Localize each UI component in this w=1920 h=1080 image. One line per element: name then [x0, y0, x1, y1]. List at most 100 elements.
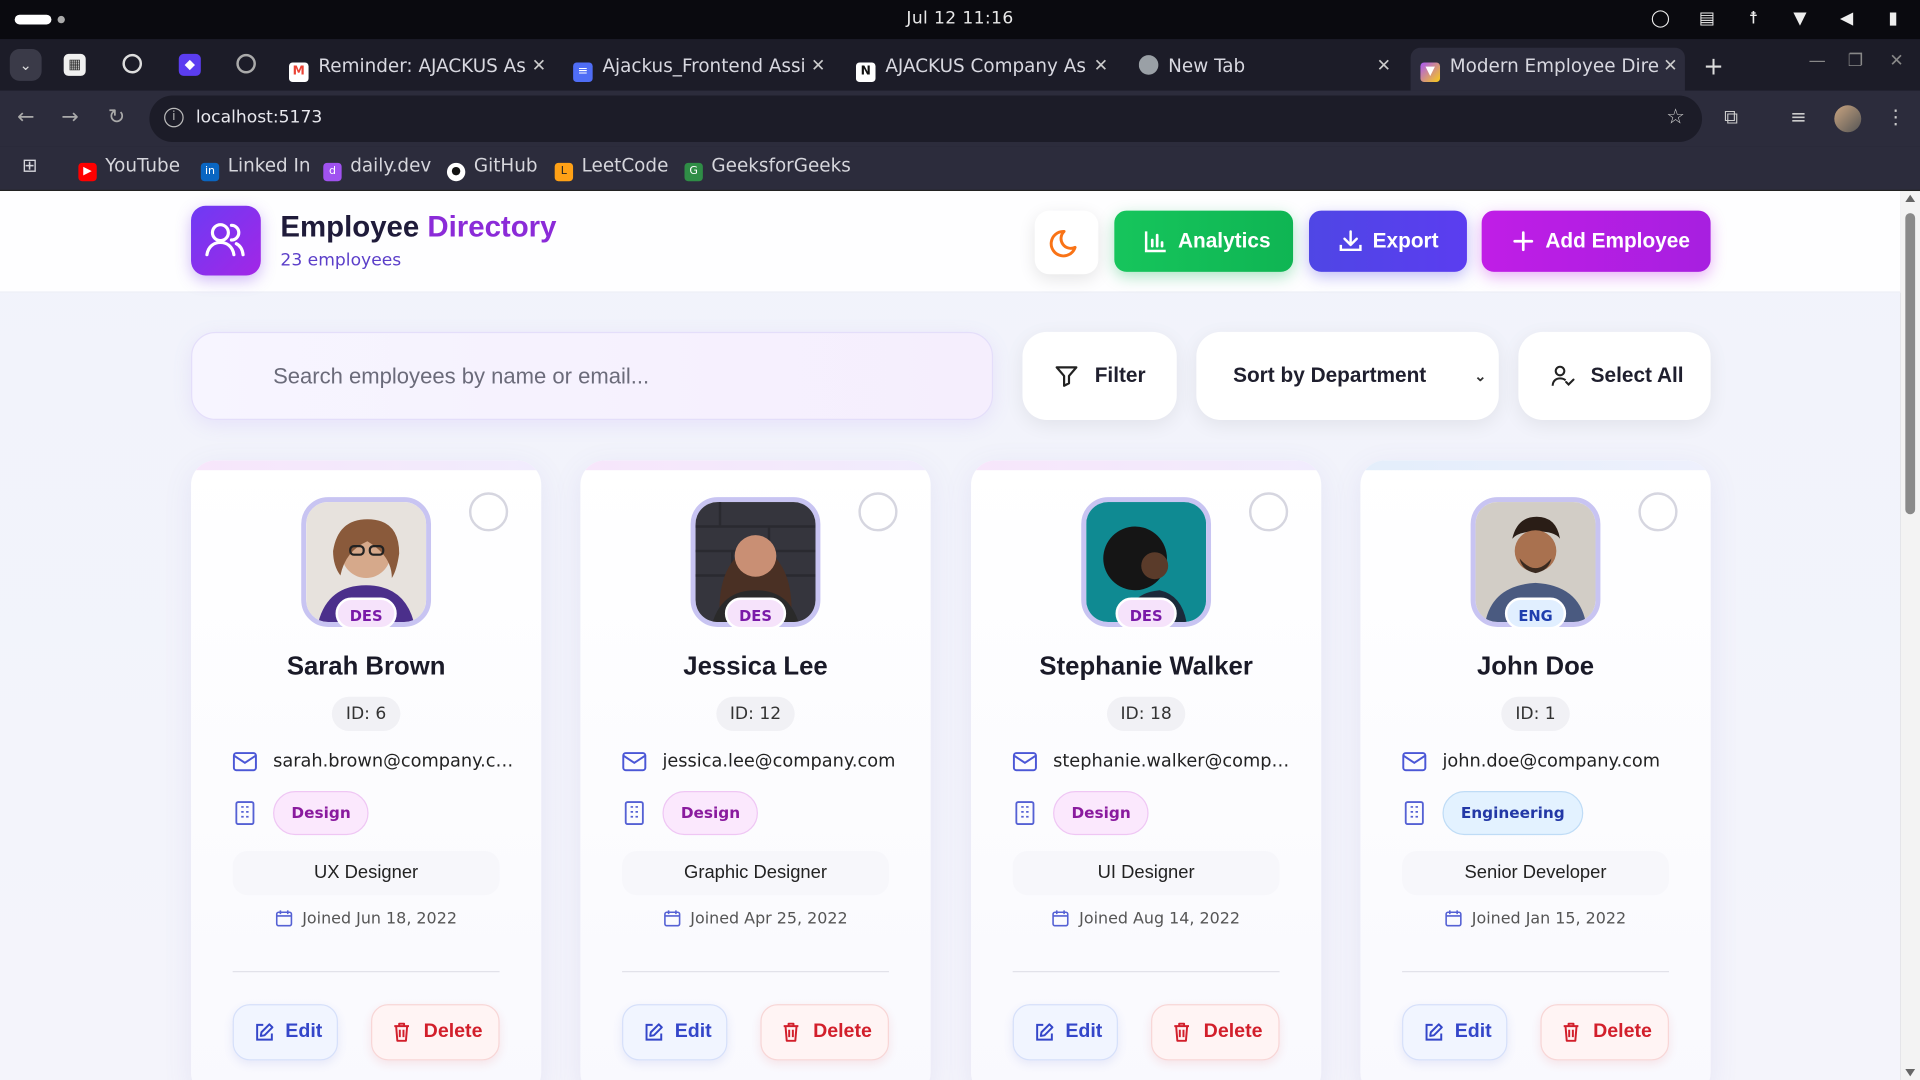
- tab-notion[interactable]: N AJACKUS Company As ✕: [855, 48, 1116, 85]
- employee-id: ID: 18: [1106, 696, 1186, 732]
- delete-button[interactable]: Delete: [371, 1004, 500, 1061]
- url-text[interactable]: localhost:5173: [196, 108, 322, 128]
- bar-chart-icon: [1144, 231, 1166, 253]
- scroll-down-icon[interactable]: [1905, 1068, 1916, 1077]
- delete-button[interactable]: Delete: [760, 1004, 889, 1061]
- filter-button[interactable]: Filter: [1022, 331, 1177, 421]
- browser-menu-icon[interactable]: ⋮: [1886, 105, 1906, 128]
- new-tab-button[interactable]: +: [1703, 51, 1724, 80]
- search-input[interactable]: Search employees by name or email...: [191, 331, 994, 421]
- employee-email[interactable]: john.doe@company.com: [1442, 752, 1687, 772]
- analytics-button[interactable]: Analytics: [1114, 210, 1294, 272]
- mail-icon: [1402, 752, 1427, 772]
- bookmark-label: daily.dev: [350, 154, 432, 177]
- page-scrollbar[interactable]: [1900, 191, 1920, 1080]
- back-arrow-icon[interactable]: ←: [17, 105, 34, 129]
- os-top-bar: Jul 12 11:16 ◯ ▤ ☨ ▼ ◀ ▮: [0, 0, 1920, 40]
- wifi-icon[interactable]: ▼: [1790, 9, 1810, 29]
- export-button[interactable]: Export: [1308, 210, 1467, 272]
- close-tab-icon[interactable]: ✕: [811, 48, 825, 85]
- edit-button[interactable]: Edit: [622, 1004, 728, 1061]
- close-tab-icon[interactable]: ✕: [1663, 48, 1677, 85]
- analytics-label: Analytics: [1177, 228, 1271, 253]
- edit-icon: [645, 1023, 663, 1041]
- joined-text: Joined Aug 14, 2022: [1079, 909, 1241, 929]
- system-tray: ◯ ▤ ☨ ▼ ◀ ▮: [1651, 9, 1903, 29]
- tab-docs[interactable]: ≡ Ajackus_Frontend Assi ✕: [573, 48, 833, 85]
- app-page: Employee Directory 23 employees Analytic…: [0, 191, 1901, 1080]
- chevron-down-icon: ⌄: [1474, 367, 1487, 385]
- edit-button[interactable]: Edit: [1402, 1004, 1508, 1061]
- select-all-button[interactable]: Select All: [1518, 331, 1711, 421]
- employee-email[interactable]: stephanie.walker@compa...: [1053, 752, 1298, 772]
- forward-arrow-icon[interactable]: →: [61, 105, 78, 129]
- select-checkbox[interactable]: [468, 492, 509, 532]
- close-tab-icon[interactable]: ✕: [1377, 48, 1391, 85]
- bookmark-github[interactable]: ● GitHub: [446, 154, 538, 182]
- extensions-icon[interactable]: ⧉: [1724, 105, 1738, 129]
- tab-new-tab[interactable]: New Tab ✕: [1138, 48, 1399, 85]
- employee-name: John Doe: [1476, 652, 1595, 681]
- minimize-icon[interactable]: —: [1809, 51, 1826, 71]
- bookmark-dailydev[interactable]: d daily.dev: [323, 154, 432, 182]
- apps-grid-icon[interactable]: ⊞: [22, 154, 37, 176]
- sort-select[interactable]: Sort by Department ⌄: [1196, 331, 1499, 421]
- site-info-icon[interactable]: i: [164, 107, 184, 128]
- system-clock[interactable]: Jul 12 11:16: [0, 9, 1920, 29]
- bookmark-youtube[interactable]: ▶ YouTube: [78, 154, 180, 182]
- select-checkbox[interactable]: [1638, 492, 1678, 532]
- employee-name: Stephanie Walker: [1039, 652, 1253, 681]
- screen-record-icon[interactable]: ◯: [1651, 9, 1671, 29]
- employee-email[interactable]: jessica.lee@company.com: [662, 752, 907, 772]
- edit-button[interactable]: Edit: [232, 1004, 338, 1061]
- tab-employee-directory[interactable]: ▼ Modern Employee Dire ✕: [1410, 47, 1685, 91]
- pinned-openai-icon[interactable]: [122, 53, 143, 74]
- delete-button[interactable]: Delete: [1151, 1004, 1280, 1061]
- tab-gmail[interactable]: M Reminder: AJACKUS As ✕: [288, 48, 553, 85]
- bookmark-leetcode[interactable]: L LeetCode: [554, 154, 668, 182]
- close-window-icon[interactable]: ✕: [1889, 51, 1903, 71]
- media-controls-icon[interactable]: ≡: [1790, 105, 1806, 128]
- scroll-thumb[interactable]: [1905, 213, 1916, 515]
- bookmark-linkedin[interactable]: in Linked In: [200, 154, 311, 182]
- select-checkbox[interactable]: [858, 492, 898, 532]
- calendar-icon: [1052, 910, 1069, 927]
- select-all-label: Select All: [1590, 363, 1684, 387]
- pinned-github-icon[interactable]: [236, 53, 256, 74]
- employee-email[interactable]: sarah.brown@company.com: [273, 752, 518, 772]
- edit-button[interactable]: Edit: [1012, 1004, 1118, 1061]
- joined-text: Joined Jan 15, 2022: [1471, 909, 1627, 929]
- scroll-up-icon[interactable]: [1905, 194, 1916, 203]
- employee-id: ID: 12: [716, 696, 795, 732]
- card-accent-bar: [1360, 460, 1711, 471]
- delete-button[interactable]: Delete: [1540, 1004, 1669, 1061]
- tab-title: AJACKUS Company As: [885, 55, 1086, 78]
- profile-avatar[interactable]: [1834, 105, 1862, 133]
- filter-icon: [1055, 366, 1078, 387]
- close-tab-icon[interactable]: ✕: [1094, 48, 1108, 85]
- tab-search-button[interactable]: ⌄: [9, 48, 42, 81]
- card-accent-bar: [971, 460, 1322, 471]
- volume-icon[interactable]: ◀: [1837, 9, 1857, 29]
- moon-icon: [1049, 229, 1077, 258]
- bookmark-star-icon[interactable]: ☆: [1666, 105, 1685, 129]
- clipboard-icon[interactable]: ▤: [1697, 9, 1717, 29]
- calendar-icon: [1445, 910, 1462, 927]
- maximize-icon[interactable]: ❐: [1848, 51, 1863, 71]
- close-tab-icon[interactable]: ✕: [532, 48, 546, 85]
- bookmark-geeksforgeeks[interactable]: G GeeksforGeeks: [684, 154, 851, 182]
- add-employee-button[interactable]: Add Employee: [1481, 210, 1711, 272]
- accessibility-icon[interactable]: ☨: [1744, 9, 1764, 29]
- edit-icon: [1425, 1023, 1443, 1041]
- delete-label: Delete: [1203, 1021, 1263, 1043]
- joined-text: Joined Apr 25, 2022: [690, 909, 848, 929]
- page-title: Employee Directory: [280, 211, 556, 245]
- pinned-app-icon[interactable]: ◆: [178, 53, 201, 76]
- theme-toggle-button[interactable]: [1034, 210, 1099, 275]
- reload-icon[interactable]: ↻: [108, 105, 125, 129]
- joined-date: Joined Apr 25, 2022: [580, 910, 930, 928]
- battery-icon[interactable]: ▮: [1883, 9, 1903, 29]
- address-bar[interactable]: i localhost:5173 ☆: [149, 95, 1703, 143]
- pinned-tab-icon[interactable]: ▦: [63, 53, 86, 76]
- select-checkbox[interactable]: [1248, 492, 1289, 532]
